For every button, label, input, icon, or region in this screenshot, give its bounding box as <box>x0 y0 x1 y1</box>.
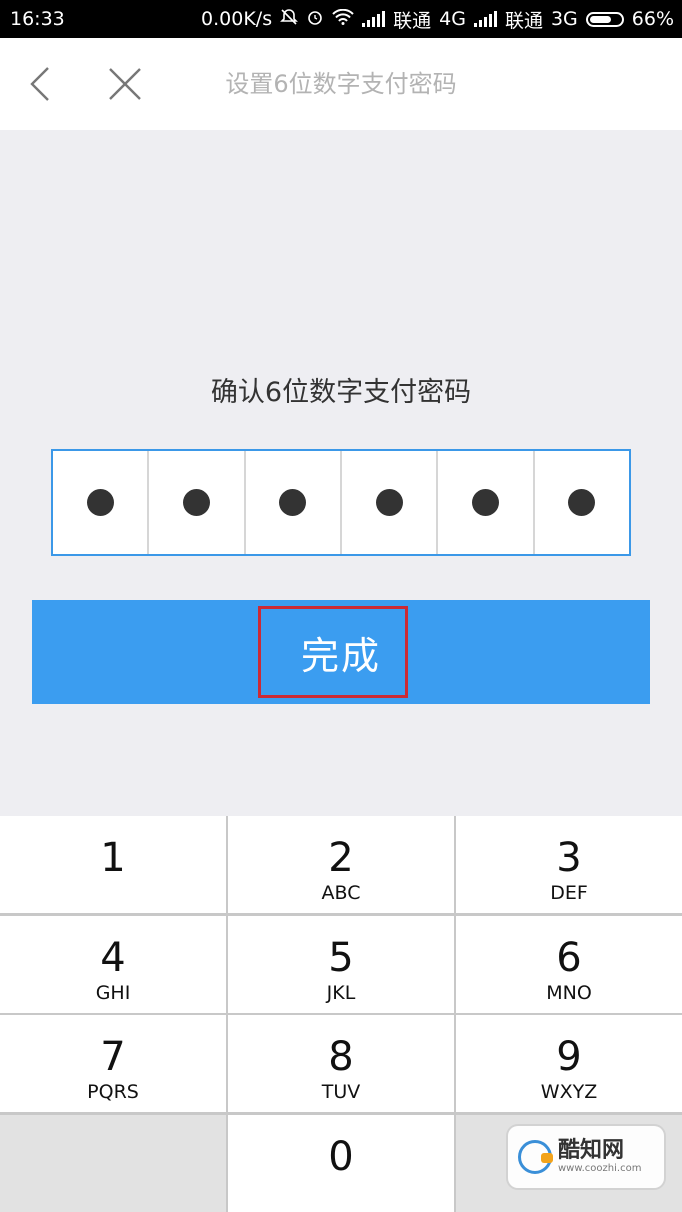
status-time: 16:33 <box>10 8 65 30</box>
key-3[interactable]: 3 DEF <box>456 816 682 913</box>
bell-off-icon <box>280 8 299 30</box>
close-icon <box>109 68 141 100</box>
key-1[interactable]: 1 <box>0 816 226 913</box>
pin-digit <box>246 451 342 554</box>
key-digit: 8 <box>328 1034 354 1080</box>
key-letters: PQRS <box>87 1081 139 1103</box>
key-8[interactable]: 8 TUV <box>228 1015 454 1112</box>
pin-dot <box>375 489 403 516</box>
back-button[interactable] <box>18 62 62 106</box>
key-digit: 0 <box>328 1133 354 1180</box>
key-letters: WXYZ <box>540 1081 598 1103</box>
carrier-1: 联通 <box>393 9 432 32</box>
signal-icon <box>362 11 386 27</box>
key-letters: TUV <box>321 1081 361 1103</box>
key-digit: 2 <box>328 835 354 881</box>
watermark-name: 酷知网 <box>558 1138 625 1163</box>
status-bar: 16:33 0.00K/s 联通 4G 联通 3G 66% <box>0 0 682 38</box>
watermark-url: www.coozhi.com <box>558 1163 642 1174</box>
key-9[interactable]: 9 WXYZ <box>456 1015 682 1112</box>
battery-percent: 66% <box>631 8 674 30</box>
watermark: 酷知网 www.coozhi.com <box>508 1126 664 1188</box>
pin-dot <box>471 489 499 516</box>
alarm-icon <box>306 8 324 30</box>
key-digit: 5 <box>328 934 354 981</box>
network-type-2: 3G <box>550 8 578 30</box>
pin-dot <box>86 489 114 516</box>
pin-digit <box>149 451 246 554</box>
pin-digit <box>342 451 439 554</box>
pin-dot <box>279 489 307 516</box>
pin-digit <box>438 451 535 554</box>
key-digit: 3 <box>556 835 582 881</box>
key-0[interactable]: 0 <box>228 1114 454 1212</box>
key-6[interactable]: 6 MNO <box>456 915 682 1013</box>
key-letters: GHI <box>95 981 131 1004</box>
done-button[interactable]: 完成 <box>32 600 650 704</box>
key-letters: DEF <box>550 882 588 904</box>
key-digit: 1 <box>100 835 126 881</box>
key-blank-left <box>0 1114 226 1212</box>
pin-input[interactable] <box>51 449 631 556</box>
key-digit: 6 <box>556 934 582 981</box>
title-bar: 设置6位数字支付密码 <box>0 38 682 130</box>
key-digit: 9 <box>556 1034 582 1080</box>
battery-icon <box>585 11 624 27</box>
key-letters: JKL <box>326 981 356 1004</box>
pin-digit <box>535 451 629 554</box>
key-digit: 7 <box>100 1034 126 1080</box>
network-type-1: 4G <box>439 8 466 30</box>
key-2[interactable]: 2 ABC <box>228 816 454 913</box>
watermark-text: 酷知网 www.coozhi.com <box>558 1139 641 1175</box>
key-letters: ABC <box>321 882 361 904</box>
close-button[interactable] <box>103 62 147 106</box>
key-letters: MNO <box>546 981 592 1004</box>
carrier-2: 联通 <box>504 9 543 32</box>
pin-digit <box>53 451 150 554</box>
coozhi-logo-icon <box>518 1140 553 1174</box>
key-7[interactable]: 7 PQRS <box>0 1015 226 1112</box>
pin-dot <box>568 489 596 516</box>
key-4[interactable]: 4 GHI <box>0 915 226 1013</box>
pin-dot <box>182 489 210 516</box>
signal-icon <box>473 11 497 27</box>
wifi-icon <box>332 8 354 29</box>
network-speed: 0.00K/s <box>201 8 273 30</box>
done-button-label: 完成 <box>300 633 381 678</box>
chevron-left-icon <box>30 67 49 101</box>
pin-prompt: 确认6位数字支付密码 <box>210 377 472 408</box>
key-5[interactable]: 5 JKL <box>228 915 454 1013</box>
status-right: 0.00K/s 联通 4G 联通 3G 66% <box>201 6 674 33</box>
key-digit: 4 <box>100 934 126 981</box>
